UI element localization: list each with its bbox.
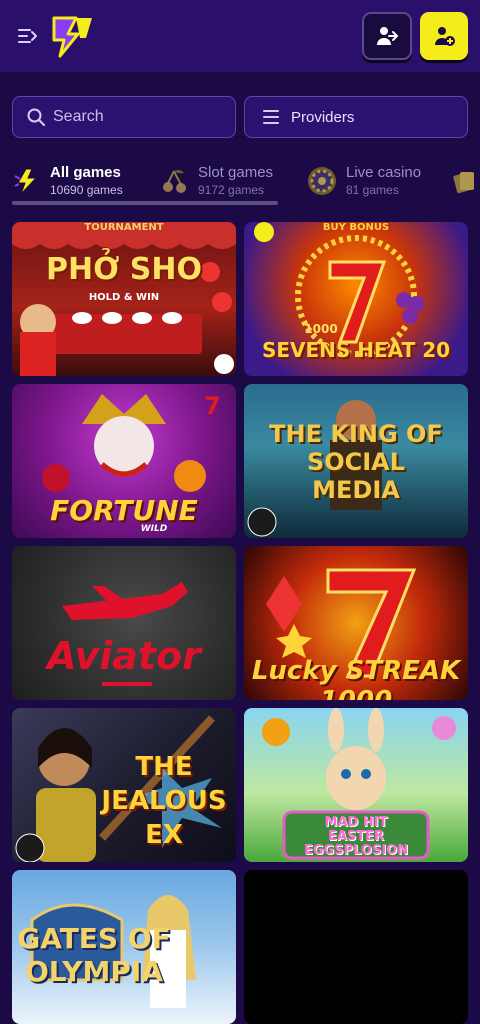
- tab-label: Live casino: [346, 164, 422, 181]
- roulette-icon: [308, 167, 336, 195]
- tab-count: 81 games: [346, 183, 399, 197]
- game-title: THE JEALOUS EX: [101, 752, 227, 850]
- game-subtitle: WILD: [140, 524, 168, 534]
- game-card[interactable]: Lucky STREAK 1000: [244, 546, 468, 700]
- collapse-menu-icon[interactable]: [16, 24, 40, 48]
- game-card[interactable]: Aviator: [12, 546, 236, 700]
- login-user-icon: [377, 27, 399, 45]
- game-card[interactable]: 7 FORTUNE WILD: [12, 384, 236, 538]
- tab-count: 10690 games: [50, 183, 123, 197]
- game-title: SEVENS HEAT 20: [261, 338, 451, 362]
- game-subtitle: TOURNAMENT: [84, 222, 164, 233]
- tab-count: 9172 games: [198, 183, 265, 197]
- game-card[interactable]: BUY BONUS 1000 SEVENS HEAT 20: [244, 222, 468, 376]
- search-input[interactable]: [53, 108, 213, 126]
- lightning-icon: [14, 168, 38, 195]
- game-subtitle: BUY BONUS: [322, 222, 390, 233]
- search-icon: [27, 108, 45, 126]
- search-field[interactable]: [12, 96, 236, 138]
- game-title: GATES OF OLYMPIA: [17, 922, 171, 988]
- game-title: PHỞ SHO: [46, 252, 202, 287]
- game-card[interactable]: THE JEALOUS EX: [12, 708, 236, 862]
- hamburger-icon: [263, 110, 279, 124]
- game-title: Aviator: [47, 634, 201, 678]
- game-badge: 1000: [304, 322, 338, 336]
- game-card[interactable]: GATES OF OLYMPIA: [12, 870, 236, 1024]
- svg-text:7: 7: [204, 392, 221, 420]
- tab-label: All games: [50, 164, 121, 181]
- game-title: MAD HIT EASTER EGGSPLOSION: [304, 815, 409, 858]
- active-tab-indicator: [12, 201, 278, 205]
- game-card[interactable]: MAD HIT EASTER EGGSPLOSION: [244, 708, 468, 862]
- tab-all-games[interactable]: All games 10690 games: [12, 158, 123, 204]
- tab-label: Slot games: [198, 164, 274, 181]
- game-title: Lucky STREAK 1000: [251, 656, 461, 700]
- game-title: THE KING OF SOCIAL MEDIA: [269, 420, 443, 504]
- game-card-placeholder[interactable]: [244, 870, 468, 1024]
- tab-more[interactable]: [452, 158, 476, 204]
- providers-button[interactable]: Providers: [244, 96, 468, 138]
- providers-label: Providers: [291, 108, 355, 126]
- cards-icon: [453, 172, 474, 194]
- game-card[interactable]: TOURNAMENT PHỞ SHO HOLD & WIN: [12, 222, 236, 376]
- tab-slot-games[interactable]: Slot games 9172 games: [160, 158, 273, 204]
- game-card[interactable]: THE KING OF SOCIAL MEDIA: [244, 384, 468, 538]
- login-button[interactable]: [362, 12, 412, 60]
- lightning-logo-icon[interactable]: [50, 14, 96, 58]
- add-user-icon: [435, 27, 455, 46]
- tab-live-casino[interactable]: Live casino 81 games: [306, 158, 421, 204]
- register-button[interactable]: [420, 12, 468, 60]
- game-title: FORTUNE: [50, 494, 198, 527]
- game-badge: HOLD & WIN: [88, 292, 160, 303]
- cherry-icon: [163, 169, 186, 193]
- top-bar: [0, 0, 480, 72]
